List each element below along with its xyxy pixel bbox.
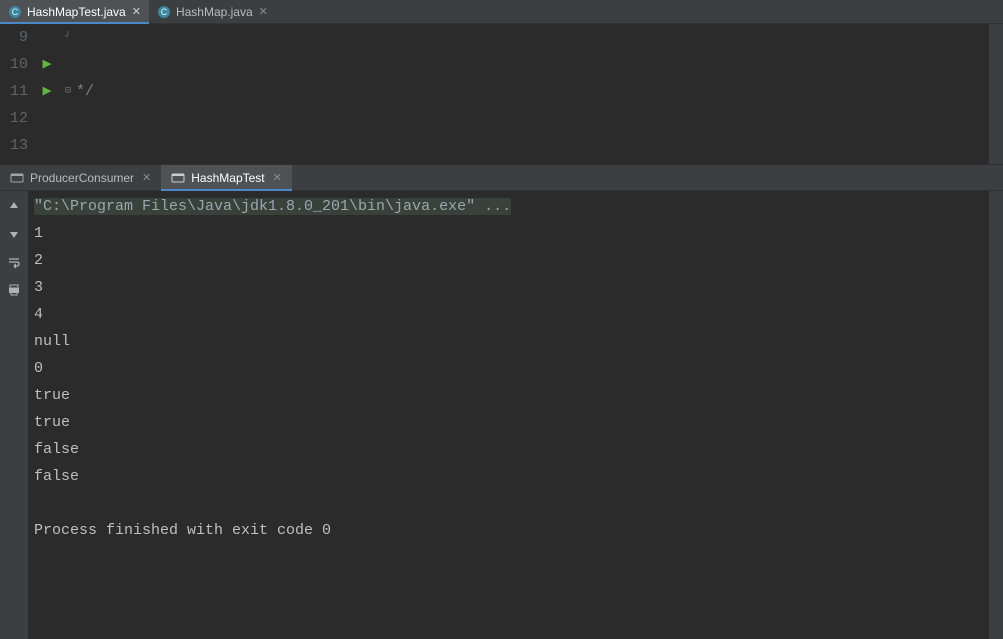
code-line: public class HashMapTest { [76, 159, 989, 164]
editor-tab-hashmaptest[interactable]: C HashMapTest.java ✕ [0, 0, 149, 23]
console-output[interactable]: "C:\Program Files\Java\jdk1.8.0_201\bin\… [28, 191, 989, 639]
line-number: 10 [0, 51, 28, 78]
code-area[interactable]: */ public class HashMapTest { public sta… [76, 24, 989, 164]
line-number: 12 [0, 105, 28, 132]
run-tabs: ProducerConsumer ✕ HashMapTest ✕ [0, 164, 1003, 191]
console-line: 3 [34, 274, 983, 301]
console-line: 4 [34, 301, 983, 328]
code-editor[interactable]: 9 10 11 12 13 ▶ ▶ ┘ ⊟ */ public class Ha… [0, 24, 1003, 164]
fold-toggle-icon[interactable]: ⊟ [60, 78, 76, 105]
line-number-gutter: 9 10 11 12 13 [0, 24, 34, 164]
run-tool-window: "C:\Program Files\Java\jdk1.8.0_201\bin\… [0, 191, 1003, 639]
svg-text:C: C [12, 7, 19, 17]
code-line: */ [76, 78, 989, 105]
run-config-icon [10, 171, 24, 185]
fold-gutter: ┘ ⊟ [60, 24, 76, 164]
run-tab-label: HashMapTest [191, 171, 264, 185]
editor-tabs: C HashMapTest.java ✕ C HashMap.java ✕ [0, 0, 1003, 24]
run-tab-producerconsumer[interactable]: ProducerConsumer ✕ [0, 165, 161, 190]
fold-end-icon[interactable]: ┘ [60, 24, 76, 51]
editor-tab-label: HashMapTest.java [27, 5, 126, 19]
console-scrollbar[interactable] [989, 191, 1003, 639]
console-line: 1 [34, 220, 983, 247]
console-line: false [34, 463, 983, 490]
console-line [34, 544, 983, 571]
close-icon[interactable]: ✕ [142, 171, 151, 184]
run-marker-gutter: ▶ ▶ [34, 24, 60, 164]
console-line [34, 490, 983, 517]
java-class-icon: C [8, 5, 22, 19]
line-number: 11 [0, 78, 28, 105]
run-tab-hashmaptest[interactable]: HashMapTest ✕ [161, 165, 292, 190]
scroll-to-top-icon[interactable] [5, 197, 23, 215]
console-line: false [34, 436, 983, 463]
line-number: 9 [0, 24, 28, 51]
editor-scrollbar[interactable] [989, 24, 1003, 164]
soft-wrap-icon[interactable] [5, 253, 23, 271]
comment-token: */ [76, 83, 94, 100]
run-gutter-icon[interactable]: ▶ [34, 51, 60, 78]
run-config-icon [171, 171, 185, 185]
scroll-to-bottom-icon[interactable] [5, 225, 23, 243]
console-line: true [34, 382, 983, 409]
line-number: 13 [0, 132, 28, 159]
console-line: Process finished with exit code 0 [34, 517, 983, 544]
console-line: 2 [34, 247, 983, 274]
editor-tab-label: HashMap.java [176, 5, 253, 19]
svg-text:C: C [161, 7, 168, 17]
close-icon[interactable]: ✕ [273, 171, 282, 184]
console-line: 0 [34, 355, 983, 382]
console-line: true [34, 409, 983, 436]
close-icon[interactable]: ✕ [259, 5, 268, 18]
run-side-toolbar [0, 191, 28, 639]
print-icon[interactable] [5, 281, 23, 299]
console-command-line: "C:\Program Files\Java\jdk1.8.0_201\bin\… [34, 193, 983, 220]
java-class-icon: C [157, 5, 171, 19]
close-icon[interactable]: ✕ [132, 5, 141, 18]
run-gutter-icon[interactable]: ▶ [34, 78, 60, 105]
run-tab-label: ProducerConsumer [30, 171, 134, 185]
ide-window: C HashMapTest.java ✕ C HashMap.java ✕ 9 … [0, 0, 1003, 639]
console-line: null [34, 328, 983, 355]
editor-tab-hashmap[interactable]: C HashMap.java ✕ [149, 0, 276, 23]
